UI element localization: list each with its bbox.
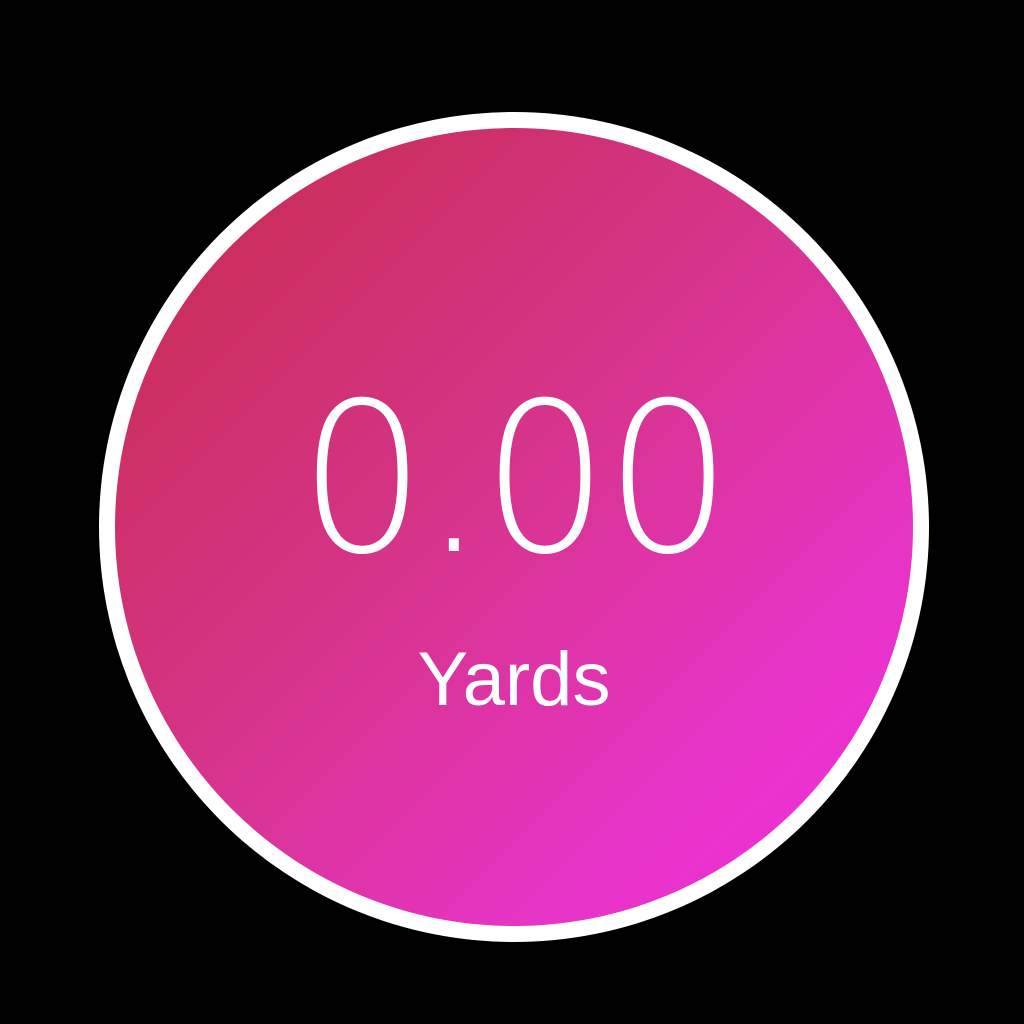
distance-gauge[interactable]: 0.00 Yards — [115, 128, 913, 926]
app-icon-canvas: 0.00 Yards — [0, 0, 1024, 1024]
distance-value: 0.00 — [299, 359, 732, 601]
distance-unit-label: Yards — [417, 637, 611, 722]
